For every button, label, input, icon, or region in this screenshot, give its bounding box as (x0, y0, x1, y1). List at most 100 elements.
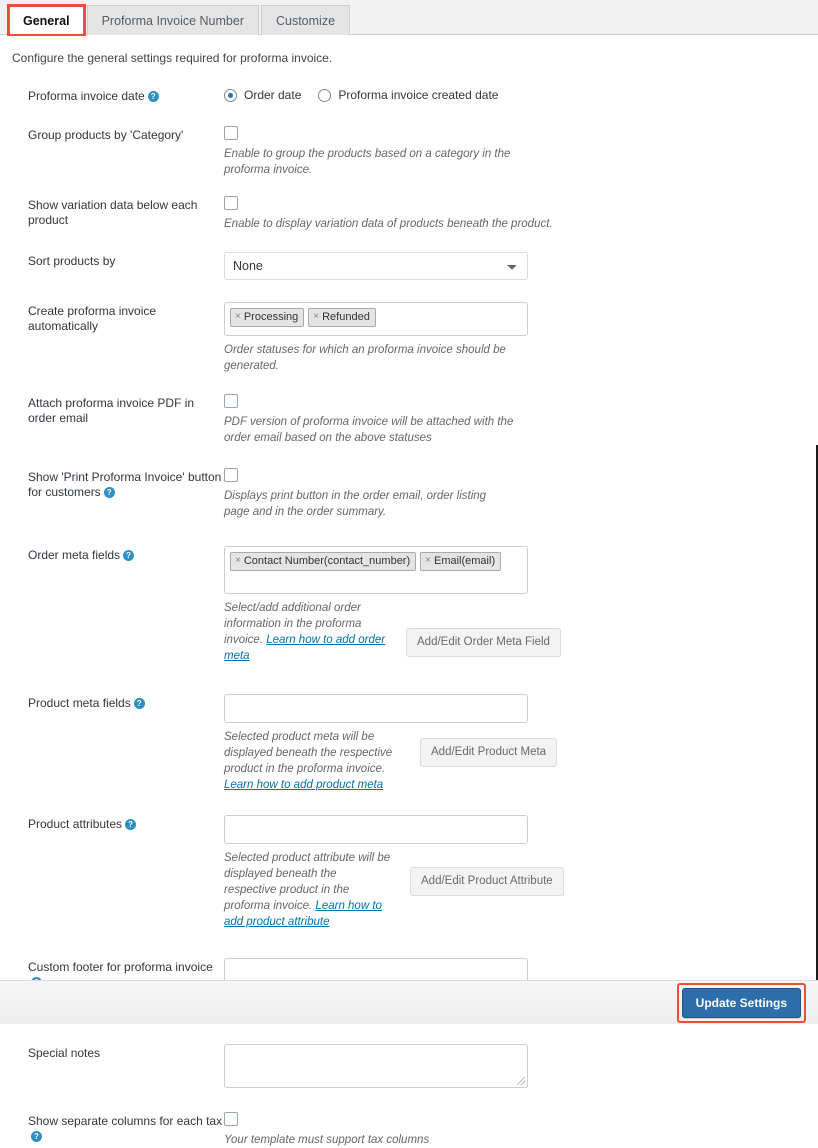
field-invoice-date: Order date Proforma invoice created date (224, 87, 800, 102)
radio-group-invoice-date: Order date Proforma invoice created date (224, 87, 800, 102)
field-product-meta: Selected product meta will be displayed … (224, 694, 800, 793)
label-custom-footer-text: Custom footer for proforma invoice (28, 960, 213, 974)
checkbox-attach-pdf[interactable] (224, 394, 238, 408)
tag-processing[interactable]: × Processing (230, 308, 305, 327)
textarea-special-notes[interactable] (224, 1044, 528, 1088)
general-settings-panel: Configure the general settings required … (0, 35, 818, 1146)
label-product-meta: Product meta fields? (18, 694, 224, 711)
setting-row-attach-pdf: Attach proforma invoice PDF in order ema… (18, 394, 800, 446)
tag-remove-icon[interactable]: × (425, 554, 431, 568)
field-special-notes (224, 1044, 800, 1088)
checkbox-group-by-category[interactable] (224, 126, 238, 140)
button-add-edit-product-attribute[interactable]: Add/Edit Product Attribute (410, 867, 564, 896)
label-product-attributes-text: Product attributes (28, 817, 123, 831)
button-add-edit-order-meta[interactable]: Add/Edit Order Meta Field (406, 628, 561, 657)
tag-input-order-meta[interactable]: × Contact Number(contact_number) × Email(e… (224, 546, 528, 594)
update-button-highlight: Update Settings (676, 982, 806, 1023)
desc-product-meta-text: Selected product meta will be displayed … (224, 731, 393, 775)
checkbox-tax-columns[interactable] (224, 1112, 238, 1126)
setting-row-order-meta: Order meta fields? × Contact Number(conta… (18, 546, 800, 664)
label-print-button: Show 'Print Proforma Invoice' button for… (18, 468, 224, 500)
label-tax-columns: Show separate columns for each tax? (18, 1112, 224, 1144)
radio-created-date[interactable] (318, 88, 332, 102)
tag-remove-icon[interactable]: × (313, 310, 319, 324)
tag-email[interactable]: × Email(email) (420, 552, 502, 571)
label-invoice-date-text: Proforma invoice date (28, 89, 145, 103)
field-group-by-category: Enable to group the products based on a … (224, 126, 800, 178)
field-sort-products: None (224, 252, 800, 280)
desc-attach-pdf: PDF version of proforma invoice will be … (224, 416, 514, 444)
setting-row-special-notes: Special notes (18, 1044, 800, 1088)
update-settings-button[interactable]: Update Settings (681, 987, 801, 1018)
label-group-by-category: Group products by 'Category' (28, 128, 184, 142)
tag-input-order-statuses[interactable]: × Processing × Refunded (224, 302, 528, 336)
tag-refunded[interactable]: × Refunded (308, 308, 376, 327)
setting-row-auto-create: Create proforma invoice automatically × P… (18, 302, 800, 374)
setting-row-print-button: Show 'Print Proforma Invoice' button for… (18, 468, 800, 520)
setting-row-group-by-category: Group products by 'Category' Enable to g… (18, 126, 800, 178)
field-auto-create: × Processing × Refunded Order statuses for… (224, 302, 800, 374)
link-learn-product-meta[interactable]: Learn how to add product meta (224, 779, 383, 791)
desc-product-attributes: Selected product attribute will be displ… (224, 850, 392, 930)
button-add-edit-product-meta[interactable]: Add/Edit Product Meta (420, 738, 558, 767)
desc-print-button: Displays print button in the order email… (224, 490, 487, 518)
settings-tab-bar: General Proforma Invoice Number Customiz… (0, 0, 818, 36)
radio-label-created-date[interactable]: Proforma invoice created date (338, 88, 498, 102)
tag-remove-icon[interactable]: × (235, 310, 241, 324)
tab-customize[interactable]: Customize (260, 4, 351, 35)
field-order-meta: × Contact Number(contact_number) × Email(e… (224, 546, 800, 664)
panel-right-gap (814, 35, 818, 445)
label-order-meta: Order meta fields? (18, 546, 224, 563)
label-product-meta-text: Product meta fields (28, 696, 131, 710)
setting-row-tax-columns: Show separate columns for each tax? Your… (18, 1112, 800, 1148)
tag-remove-icon[interactable]: × (235, 554, 241, 568)
label-print-button-text: Show 'Print Proforma Invoice' button for… (28, 470, 222, 499)
tag-email-label: Email(email) (433, 555, 496, 567)
tab-general[interactable]: General (7, 3, 86, 36)
help-icon-print-button[interactable]: ? (103, 487, 115, 498)
help-icon-order-meta[interactable]: ? (123, 550, 135, 561)
radio-label-order-date[interactable]: Order date (244, 88, 301, 102)
field-print-button: Displays print button in the order email… (224, 468, 800, 520)
field-attach-pdf: PDF version of proforma invoice will be … (224, 394, 800, 446)
help-icon-invoice-date[interactable]: ? (147, 91, 159, 102)
desc-group-by-category: Enable to group the products based on a … (224, 148, 511, 176)
field-tax-columns: Your template must support tax columns (224, 1112, 800, 1148)
label-auto-create: Create proforma invoice automatically (28, 304, 157, 333)
tag-contact-number[interactable]: × Contact Number(contact_number) (230, 552, 417, 571)
setting-row-show-variation: Show variation data below each product E… (18, 196, 800, 232)
radio-order-date[interactable] (224, 88, 237, 102)
setting-row-product-attributes: Product attributes? Selected product att… (18, 815, 800, 930)
tag-processing-label: Processing (243, 311, 299, 323)
field-show-variation: Enable to display variation data of prod… (224, 196, 800, 232)
setting-row-product-meta: Product meta fields? Selected product me… (18, 694, 800, 793)
input-product-attributes[interactable] (224, 815, 528, 844)
desc-show-variation: Enable to display variation data of prod… (224, 218, 553, 230)
label-invoice-date: Proforma invoice date? (18, 87, 224, 104)
tab-proforma-invoice-number[interactable]: Proforma Invoice Number (86, 4, 259, 35)
tag-refunded-label: Refunded (322, 311, 370, 323)
desc-tax-columns: Your template must support tax columns (224, 1134, 430, 1146)
help-icon-tax-columns[interactable]: ? (31, 1131, 42, 1142)
field-product-attributes: Selected product attribute will be displ… (224, 815, 800, 930)
tag-contact-number-label: Contact Number(contact_number) (243, 555, 411, 567)
checkbox-show-variation[interactable] (224, 196, 238, 210)
checkbox-print-button[interactable] (224, 468, 238, 482)
label-order-meta-text: Order meta fields (28, 548, 121, 562)
label-sort-products: Sort products by (28, 254, 116, 268)
desc-order-meta: Select/add additional order information … (224, 600, 396, 664)
label-show-variation: Show variation data below each product (28, 198, 198, 227)
select-sort-products[interactable]: None (224, 252, 528, 280)
setting-row-invoice-date: Proforma invoice date? Order date Profor… (18, 87, 800, 104)
desc-auto-create: Order statuses for which an proforma inv… (224, 344, 506, 372)
help-icon-product-attributes[interactable]: ? (125, 819, 137, 830)
panel-intro-text: Configure the general settings required … (12, 51, 333, 65)
label-tax-columns-text: Show separate columns for each tax (28, 1114, 223, 1128)
help-icon-product-meta[interactable]: ? (133, 698, 145, 709)
settings-footer-bar: Update Settings (0, 980, 818, 1024)
input-product-meta[interactable] (224, 694, 528, 723)
desc-product-meta: Selected product meta will be displayed … (224, 729, 396, 793)
label-attach-pdf: Attach proforma invoice PDF in order ema… (28, 396, 195, 425)
setting-row-sort-products: Sort products by None (18, 252, 800, 280)
label-special-notes: Special notes (28, 1046, 101, 1060)
